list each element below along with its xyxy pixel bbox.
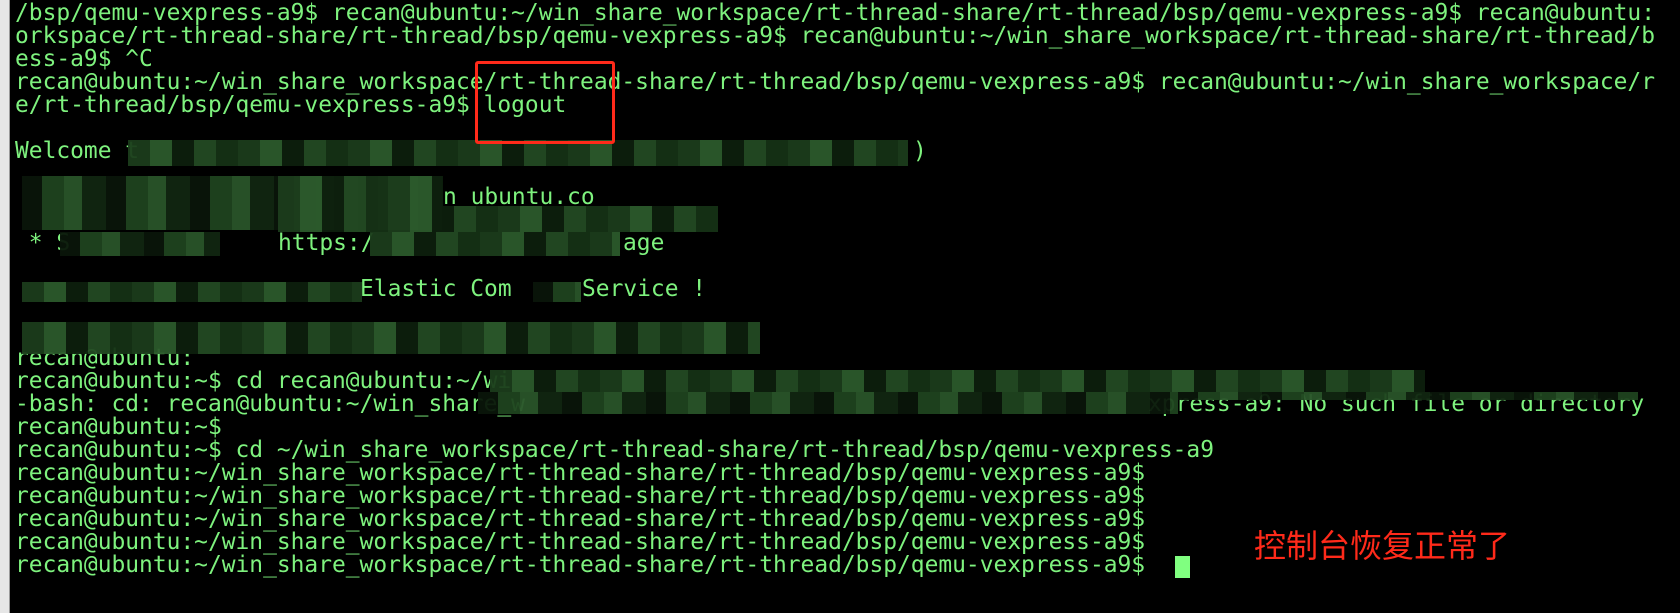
window-left-border <box>0 0 10 613</box>
terminal-cursor <box>1175 556 1190 578</box>
terminal-line: recan@ubuntu:~$ <box>15 414 222 440</box>
terminal-prompt: recan@ubuntu:~/win_share_workspace/rt-th… <box>15 552 1146 578</box>
redaction-mosaic <box>478 392 1178 414</box>
terminal-line: orkspace/rt-thread-share/rt-thread/bsp/q… <box>15 23 1655 49</box>
welcome-text-end: ) <box>913 138 927 164</box>
terminal-line: ess-a9$ ^C <box>15 46 153 72</box>
highlight-box <box>475 61 615 144</box>
welcome-text: Welcome t <box>15 138 140 164</box>
motd-fragment: age <box>623 230 665 256</box>
redaction-mosaic <box>22 282 362 302</box>
redaction-mosaic <box>533 282 581 302</box>
redaction-mosaic <box>60 232 220 256</box>
redaction-mosaic <box>22 322 760 354</box>
terminal-prompt: recan@ubuntu:~/win_share_workspace/rt-th… <box>15 460 1146 486</box>
redaction-mosaic <box>490 370 1425 392</box>
terminal-prompt: recan@ubuntu:~/win_share_workspace/rt-th… <box>15 529 1146 555</box>
redaction-mosaic <box>370 232 620 256</box>
terminal-prompt: recan@ubuntu:~/win_share_workspace/rt-th… <box>15 506 1146 532</box>
motd-fragment: Service ! <box>582 276 707 302</box>
redaction-mosaic <box>1178 392 1638 400</box>
terminal-line: -bash: cd: recan@ubuntu:~/win_share_w <box>15 391 525 417</box>
annotation-note: 控制台恢复正常了 <box>1254 527 1511 565</box>
terminal-prompt: recan@ubuntu:~/win_share_workspace/rt-th… <box>15 483 1146 509</box>
redaction-mosaic <box>278 206 718 232</box>
redaction-mosaic <box>278 176 443 206</box>
terminal-line: recan@ubuntu:~$ cd ~/win_share_workspace… <box>15 437 1214 463</box>
motd-fragment: https:/ <box>278 230 375 256</box>
terminal-line: recan@ubuntu:~/win_share_workspace/rt-th… <box>15 69 1655 95</box>
motd-fragment: Elastic Com <box>360 276 512 302</box>
terminal-line: recan@ubuntu:~$ cd recan@ubuntu:~/wi <box>15 368 512 394</box>
terminal-line: /bsp/qemu-vexpress-a9$ recan@ubuntu:~/wi… <box>15 0 1655 26</box>
